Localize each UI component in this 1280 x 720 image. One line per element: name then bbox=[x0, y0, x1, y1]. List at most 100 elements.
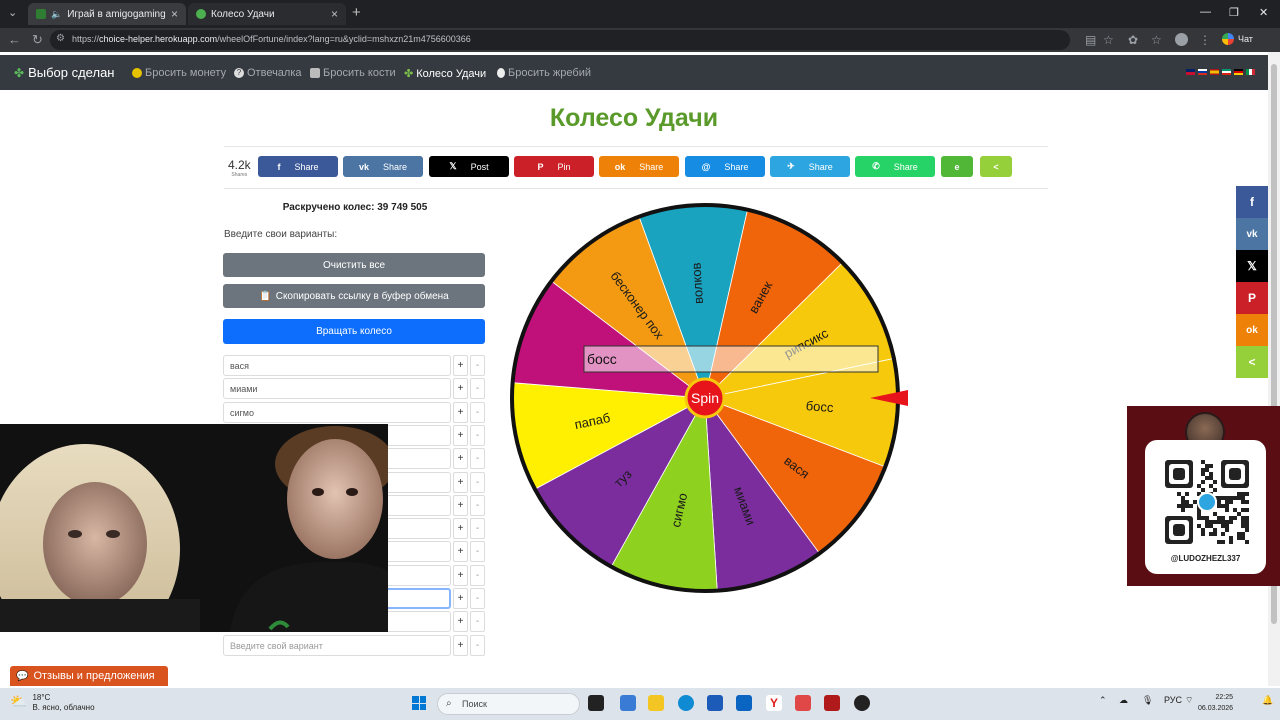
active-app-icon[interactable] bbox=[795, 695, 811, 711]
option-input[interactable]: Введите свой вариант bbox=[223, 634, 451, 656]
remove-option-button[interactable]: - bbox=[470, 401, 485, 423]
outlook-icon[interactable] bbox=[736, 695, 752, 711]
option-input[interactable]: сигмо bbox=[223, 401, 451, 423]
side-x-button[interactable]: 𝕏 bbox=[1236, 250, 1268, 282]
remove-option-button[interactable]: - bbox=[470, 541, 485, 563]
notifications-icon[interactable]: 🔔 bbox=[1262, 695, 1273, 706]
store-icon[interactable] bbox=[707, 695, 723, 711]
add-option-button[interactable]: + bbox=[453, 448, 468, 470]
remove-option-button[interactable]: - bbox=[470, 378, 485, 400]
cloud-icon[interactable]: ☁ bbox=[1119, 695, 1128, 706]
add-option-button[interactable]: + bbox=[453, 471, 468, 493]
copilot-app-icon[interactable] bbox=[620, 695, 636, 711]
restore-icon[interactable]: ❐ bbox=[1229, 6, 1239, 19]
back-icon[interactable]: ← bbox=[8, 32, 21, 47]
remove-option-button[interactable]: - bbox=[470, 471, 485, 493]
task-view-icon[interactable] bbox=[588, 695, 604, 711]
add-option-button[interactable]: + bbox=[453, 611, 468, 633]
add-option-button[interactable]: + bbox=[453, 424, 468, 446]
option-input[interactable]: вася bbox=[223, 355, 451, 376]
tab-amigogaming[interactable]: 🔈 Играй в amigogaming | joke × bbox=[28, 3, 186, 25]
reading-mode-icon[interactable]: ▤ bbox=[1085, 33, 1096, 47]
share-button[interactable]: vk Share bbox=[343, 156, 423, 177]
share-button[interactable]: 𝕏 Post bbox=[429, 156, 509, 177]
add-option-button[interactable]: + bbox=[453, 401, 468, 423]
taskbar-search[interactable]: ⌕ Поиск bbox=[437, 693, 580, 715]
windows-start-icon[interactable] bbox=[412, 696, 426, 710]
add-option-button[interactable]: + bbox=[453, 355, 468, 376]
language-indicator[interactable]: РУС bbox=[1164, 695, 1182, 705]
feedback-button[interactable]: 💬 Отзывы и предложения bbox=[10, 666, 168, 686]
yandex-icon[interactable]: Y bbox=[766, 695, 782, 711]
add-option-button[interactable]: + bbox=[453, 518, 468, 540]
flag-other-icon[interactable] bbox=[1222, 69, 1231, 75]
reload-icon[interactable]: ↻ bbox=[32, 32, 43, 48]
remove-option-button[interactable]: - bbox=[470, 424, 485, 446]
mic-icon[interactable]: 🎙 bbox=[1142, 695, 1153, 706]
weather-widget[interactable]: ⛅ 18°C В. ясно, облачно bbox=[10, 693, 95, 713]
new-tab-button[interactable]: + bbox=[352, 4, 361, 21]
remove-option-button[interactable]: - bbox=[470, 588, 485, 609]
remove-option-button[interactable]: - bbox=[470, 564, 485, 586]
close-window-icon[interactable]: ✕ bbox=[1259, 6, 1268, 19]
tray-chevron-icon[interactable]: ⌃ bbox=[1099, 695, 1107, 706]
remove-option-button[interactable]: - bbox=[470, 634, 485, 656]
side-vk-button[interactable]: vk bbox=[1236, 218, 1268, 250]
share-button[interactable]: ✈ Share bbox=[770, 156, 850, 177]
remove-option-button[interactable]: - bbox=[470, 518, 485, 540]
system-clock[interactable]: 22:25 06.03.2026 bbox=[1198, 692, 1233, 714]
add-option-button[interactable]: + bbox=[453, 378, 468, 400]
side-pinterest-button[interactable]: P bbox=[1236, 282, 1268, 314]
spin-wheel-button[interactable]: Вращать колесо bbox=[223, 319, 485, 344]
close-tab-icon[interactable]: × bbox=[331, 7, 338, 21]
menu-icon[interactable]: ⋮ bbox=[1199, 33, 1211, 47]
tab-wheel-of-fortune[interactable]: Колесо Удачи × bbox=[188, 3, 346, 25]
share-button[interactable]: < bbox=[980, 156, 1012, 177]
clear-all-button[interactable]: Очистить все bbox=[223, 253, 485, 277]
add-option-button[interactable]: + bbox=[453, 588, 468, 609]
extensions-icon[interactable]: ✿ bbox=[1128, 33, 1138, 47]
fortune-wheel[interactable]: волков ванекрипсиксбоссвасямиамисигмотузп… bbox=[500, 200, 910, 600]
nav-lots[interactable]: Бросить жребий bbox=[497, 67, 591, 79]
side-facebook-button[interactable]: f bbox=[1236, 186, 1268, 218]
url-input[interactable]: ⚙ https://choice-helper.herokuapp.com/wh… bbox=[50, 30, 1070, 50]
segment-edit-box[interactable]: босс bbox=[583, 345, 879, 373]
minimize-icon[interactable]: — bbox=[1200, 6, 1211, 18]
remove-option-button[interactable]: - bbox=[470, 494, 485, 516]
close-tab-icon[interactable]: × bbox=[171, 7, 178, 21]
side-ok-button[interactable]: ok bbox=[1236, 314, 1268, 346]
share-button[interactable]: ✆ Share bbox=[855, 156, 935, 177]
edge-icon[interactable] bbox=[678, 695, 694, 711]
obs-icon[interactable] bbox=[854, 695, 870, 711]
share-button[interactable]: e bbox=[941, 156, 973, 177]
file-explorer-icon[interactable] bbox=[648, 695, 664, 711]
nav-answerer[interactable]: ? Отвечалка bbox=[234, 67, 302, 79]
nav-dice[interactable]: Бросить кости bbox=[310, 67, 396, 79]
flag-it-icon[interactable] bbox=[1246, 69, 1255, 75]
share-button[interactable]: f Share bbox=[258, 156, 338, 177]
app-icon[interactable] bbox=[824, 695, 840, 711]
side-share-button[interactable]: < bbox=[1236, 346, 1268, 378]
nav-wheel[interactable]: ✤ Колесо Удачи bbox=[404, 67, 486, 81]
copilot-chat-button[interactable]: Чат bbox=[1222, 33, 1253, 45]
add-option-button[interactable]: + bbox=[453, 541, 468, 563]
remove-option-button[interactable]: - bbox=[470, 355, 485, 376]
site-info-icon[interactable]: ⚙ bbox=[56, 33, 65, 44]
favorites-icon[interactable]: ☆ bbox=[1151, 33, 1162, 47]
flag-en-icon[interactable] bbox=[1186, 69, 1195, 75]
brand-link[interactable]: ✤ Выбор сделан bbox=[14, 65, 114, 80]
bookmark-star-icon[interactable]: ☆ bbox=[1103, 33, 1114, 47]
option-input[interactable]: миами bbox=[223, 378, 451, 400]
add-option-button[interactable]: + bbox=[453, 634, 468, 656]
flag-ru-icon[interactable] bbox=[1198, 69, 1207, 75]
add-option-button[interactable]: + bbox=[453, 564, 468, 586]
add-option-button[interactable]: + bbox=[453, 494, 468, 516]
wifi-icon[interactable]: ⌔ bbox=[1185, 695, 1193, 706]
nav-coin[interactable]: Бросить монету bbox=[132, 67, 226, 79]
profile-avatar[interactable] bbox=[1175, 33, 1188, 46]
share-button[interactable]: P Pin bbox=[514, 156, 594, 177]
remove-option-button[interactable]: - bbox=[470, 448, 485, 470]
tab-list-icon[interactable]: ⌄ bbox=[8, 6, 17, 19]
remove-option-button[interactable]: - bbox=[470, 611, 485, 633]
page-scrollbar[interactable] bbox=[1268, 52, 1280, 686]
